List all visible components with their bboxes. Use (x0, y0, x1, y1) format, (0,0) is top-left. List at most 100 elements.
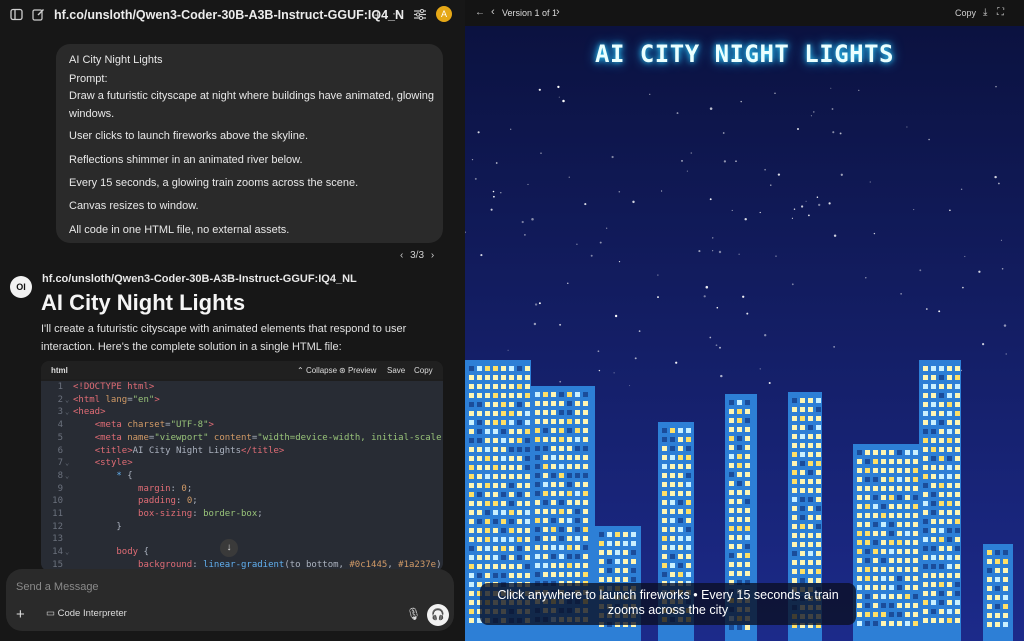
building-window (662, 572, 667, 577)
building-window (517, 393, 522, 398)
star (500, 192, 502, 194)
star (810, 115, 812, 117)
building-window (509, 519, 514, 524)
star (759, 211, 761, 214)
star (964, 255, 966, 258)
building-window (913, 513, 918, 518)
building-window (955, 537, 960, 542)
building-window (599, 541, 604, 546)
building-window (623, 568, 628, 573)
star (938, 310, 941, 313)
building-window (816, 515, 821, 520)
building-window (525, 447, 530, 452)
building-window (477, 528, 482, 533)
building-window (873, 576, 878, 581)
fold-icon[interactable]: ⌄ (65, 406, 69, 419)
sidebar-icon[interactable] (10, 8, 23, 23)
building-window (509, 474, 514, 479)
scroll-down-icon[interactable]: ↓ (220, 539, 238, 557)
building-window (535, 518, 540, 523)
building-window (686, 509, 691, 514)
building-window (737, 472, 742, 477)
building-window (889, 558, 894, 563)
building-window (678, 437, 683, 442)
chevron-right-icon[interactable]: › (431, 250, 434, 261)
building-window (501, 411, 506, 416)
chevron-left-icon[interactable]: ‹ (491, 7, 495, 18)
building-window (905, 468, 910, 473)
line-number: 3 (57, 407, 63, 418)
building-window (559, 536, 564, 541)
building-window (525, 402, 530, 407)
collapse-button[interactable]: ⌃ Collapse (297, 366, 337, 375)
building-window (662, 464, 667, 469)
building-window (583, 491, 588, 496)
microphone-icon[interactable]: 🎙 (406, 607, 421, 621)
copy-artifact-button[interactable]: Copy (955, 9, 976, 18)
code-interpreter-toggle[interactable]: ▭ Code Interpreter (46, 608, 127, 619)
star (906, 126, 908, 128)
building-window (931, 438, 936, 443)
building-window (873, 522, 878, 527)
building-window (808, 434, 813, 439)
building-window (913, 504, 918, 509)
building-window (535, 572, 540, 577)
code-editor[interactable]: 1 <!DOCTYPE html> 2 ⌄ <html lang="en"> 3 ⌄ <h… (41, 381, 443, 571)
star (805, 200, 807, 202)
building-window (745, 571, 750, 576)
message-input[interactable] (16, 581, 396, 593)
building-window (535, 482, 540, 487)
building-window (792, 488, 797, 493)
building-window (881, 450, 886, 455)
building-window (737, 481, 742, 486)
building-window (955, 609, 960, 614)
fold-icon[interactable]: ⌄ (65, 394, 69, 407)
building-window (873, 495, 878, 500)
download-icon[interactable]: ⤓ (983, 8, 987, 18)
building-window (543, 428, 548, 433)
building-window (745, 445, 750, 450)
plus-icon[interactable]: + (374, 9, 381, 21)
save-button[interactable]: Save (387, 366, 405, 375)
more-icon[interactable]: ··· (392, 7, 404, 19)
building-window (493, 555, 498, 560)
building-window (939, 510, 944, 515)
controls-icon[interactable] (414, 8, 426, 22)
building-window (857, 450, 862, 455)
user-avatar[interactable]: A (436, 6, 452, 22)
building-window (575, 410, 580, 415)
building-window (792, 452, 797, 457)
building-window (477, 519, 482, 524)
fold-icon[interactable]: ⌄ (65, 470, 69, 483)
fold-icon[interactable]: ⌄ (65, 546, 69, 559)
building-window (517, 474, 522, 479)
building-window (662, 500, 667, 505)
star (1005, 353, 1007, 355)
chevron-right-icon[interactable]: › (556, 7, 560, 18)
star (949, 209, 951, 212)
attach-plus-icon[interactable]: + (16, 606, 25, 623)
back-arrow-icon[interactable]: ← (475, 8, 485, 18)
building-window (931, 600, 936, 605)
copy-code-button[interactable]: Copy (414, 366, 433, 375)
voice-mode-icon[interactable]: 🎧 (427, 604, 449, 626)
star (873, 232, 876, 235)
star (1001, 268, 1004, 270)
city-canvas[interactable] (465, 26, 1024, 641)
fold-icon[interactable]: ⌄ (65, 457, 69, 470)
chevron-left-icon[interactable]: ‹ (400, 250, 403, 261)
building-window (905, 612, 910, 617)
model-title[interactable]: hf.co/unsloth/Qwen3-Coder-30B-A3B-Instru… (54, 8, 404, 22)
building-window (485, 393, 490, 398)
preview-button[interactable]: ⊛ Preview (339, 366, 376, 375)
building-window (889, 549, 894, 554)
building-window (939, 375, 944, 380)
edit-icon[interactable] (32, 8, 45, 23)
building-window (745, 625, 750, 630)
building-window (469, 420, 474, 425)
building-window (939, 501, 944, 506)
star (774, 92, 776, 94)
fullscreen-icon[interactable]: ⛶ (997, 8, 1004, 18)
building-window (493, 564, 498, 569)
building-window (897, 504, 902, 509)
